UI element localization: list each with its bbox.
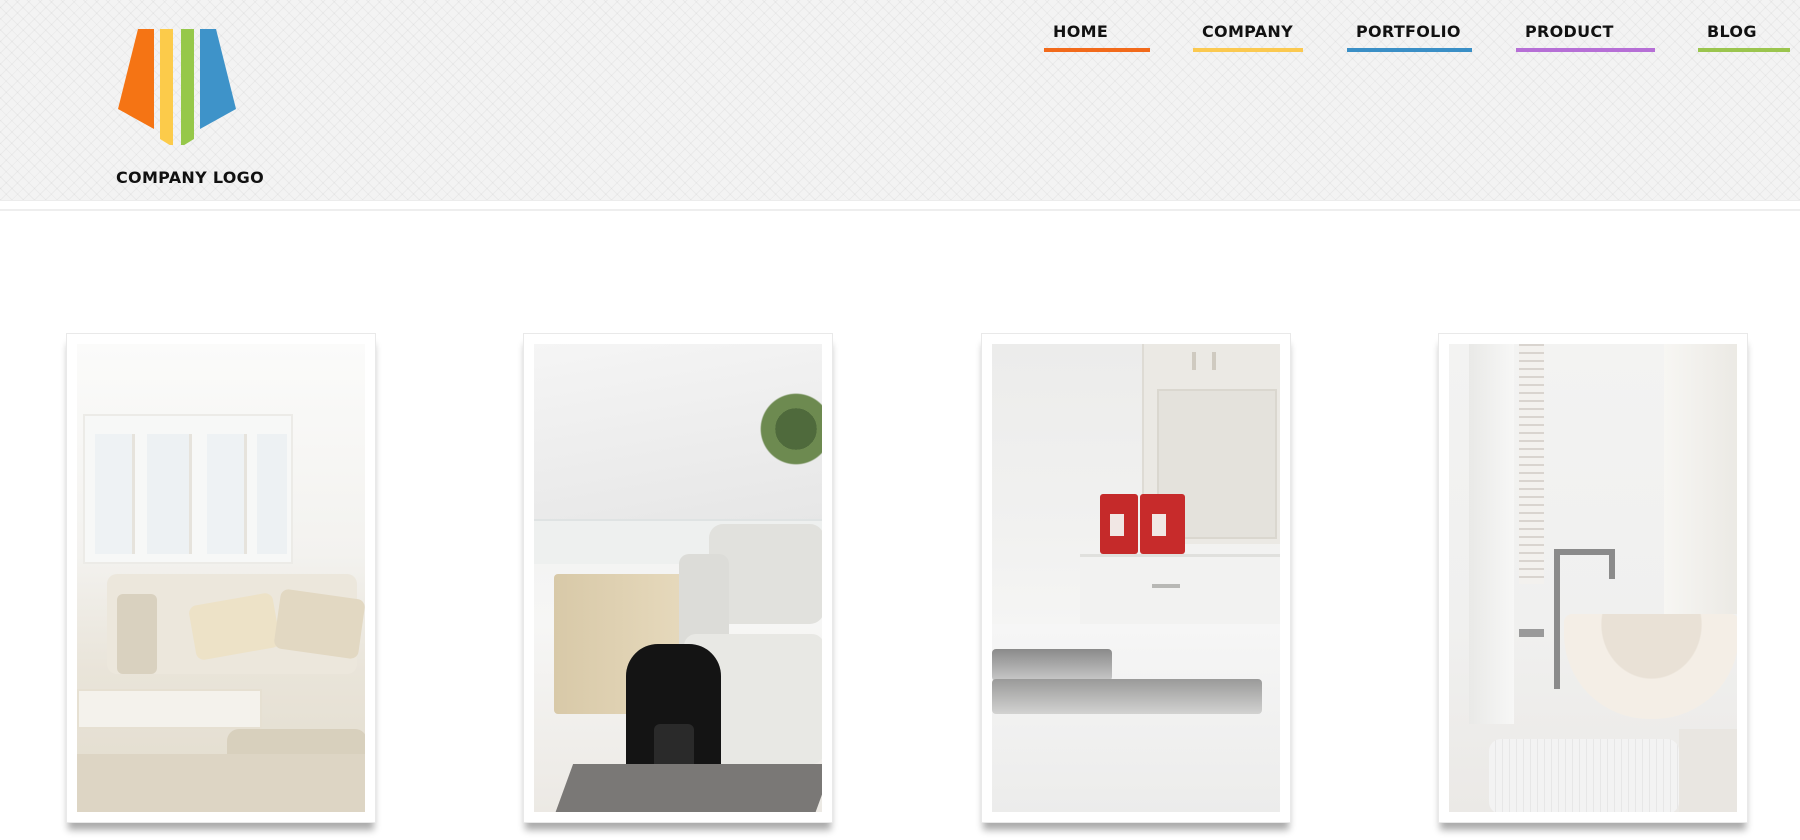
nav-underline [1044,48,1150,52]
gallery-photo-kitchen-sink [992,344,1280,812]
logo-text: COMPANY LOGO [116,168,265,187]
gallery-photo-living-room [77,344,365,812]
nav-underline [1193,48,1303,52]
gallery-photo-lounge-chair-with-backpack [534,344,822,812]
nav-item-product[interactable]: PRODUCT [1516,22,1655,52]
gallery-card[interactable] [523,333,833,823]
header-divider [0,209,1800,211]
nav-item-label: PRODUCT [1525,22,1614,41]
nav-item-portfolio[interactable]: PORTFOLIO [1347,22,1472,52]
gallery-card[interactable] [981,333,1291,823]
site-header: COMPANY LOGO HOME COMPANY PORTFOLIO PROD… [0,0,1800,201]
logo-icon [118,29,236,145]
gallery-photo-bathroom-basin [1449,344,1737,812]
gallery-card[interactable] [66,333,376,823]
nav-item-home[interactable]: HOME [1044,22,1150,52]
nav-item-label: HOME [1053,22,1109,41]
nav-item-blog[interactable]: BLOG [1698,22,1790,52]
gallery-card[interactable] [1438,333,1748,823]
nav-underline [1347,48,1472,52]
nav-underline [1698,48,1790,52]
nav-item-label: COMPANY [1202,22,1293,41]
nav-item-label: BLOG [1707,22,1757,41]
nav-item-company[interactable]: COMPANY [1193,22,1303,52]
nav-item-label: PORTFOLIO [1356,22,1461,41]
company-logo[interactable]: COMPANY LOGO [110,25,264,195]
nav-underline [1516,48,1655,52]
